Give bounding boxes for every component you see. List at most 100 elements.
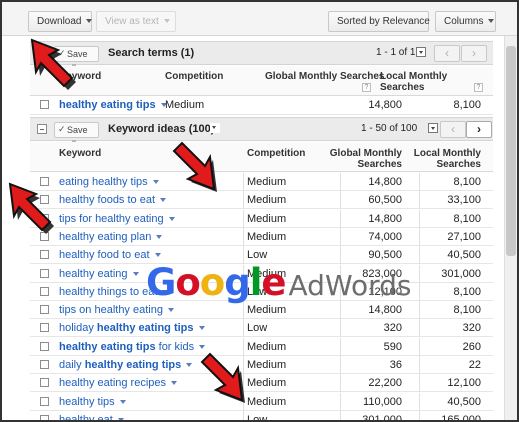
columns-label: Columns	[444, 16, 484, 27]
keyword-link[interactable]: healthy eating tips	[59, 99, 167, 111]
competition-column-header[interactable]: Competition	[165, 71, 223, 82]
next-page-button[interactable]: ›	[461, 45, 487, 62]
global-searches-value: 110,000	[363, 395, 402, 408]
competition-value: Medium	[247, 359, 287, 371]
column-divider	[243, 374, 244, 393]
keyword-text: healthy tips	[59, 395, 115, 408]
row-checkbox[interactable]	[40, 286, 49, 296]
keyword-column-header[interactable]: Keyword	[59, 148, 101, 159]
chevron-down-icon	[488, 19, 495, 24]
column-divider	[419, 337, 420, 356]
chevron-down-icon[interactable]	[210, 123, 220, 133]
local-searches-column-header[interactable]: Local Monthly Searches	[414, 148, 481, 170]
local-searches-value: 260	[462, 340, 481, 353]
keyword-link[interactable]: healthy eating tips for kids	[59, 341, 206, 353]
pager-text: 1 - 50 of 100	[361, 123, 418, 134]
chevron-down-icon[interactable]	[117, 417, 124, 420]
local-searches-value: 165,000	[441, 413, 481, 422]
sort-dropdown[interactable]: Sorted by Relevance	[328, 11, 441, 32]
competition-column-header[interactable]: Competition	[247, 148, 305, 159]
pager-dropdown[interactable]	[428, 123, 438, 133]
keyword-link[interactable]: tips for healthy eating	[59, 213, 175, 225]
chevron-down-icon[interactable]	[160, 198, 167, 203]
competition-value: Low	[247, 249, 268, 262]
column-divider	[243, 319, 244, 338]
keyword-link[interactable]: tips on healthy eating	[59, 304, 174, 316]
row-checkbox[interactable]	[40, 100, 49, 109]
keyword-link[interactable]: holiday healthy eating tips	[59, 322, 205, 334]
chevron-down-icon[interactable]	[198, 326, 205, 331]
row-checkbox[interactable]	[40, 360, 49, 369]
row-checkbox[interactable]	[40, 268, 49, 278]
row-checkbox[interactable]	[40, 396, 49, 406]
save-all-button[interactable]: ✓Save all	[54, 122, 99, 149]
column-divider	[340, 392, 341, 411]
keyword-link[interactable]: healthy eating recipes	[59, 377, 178, 389]
competition-value: Medium	[247, 212, 287, 225]
view-as-text-button[interactable]: View as text	[96, 11, 176, 32]
keyword-text: healthy eating tips	[96, 322, 194, 335]
competition-value: Medium	[247, 377, 287, 390]
collapse-toggle[interactable]	[37, 48, 47, 58]
keyword-link[interactable]: healthy eat	[59, 414, 124, 420]
row-checkbox[interactable]	[40, 341, 49, 351]
row-checkbox[interactable]	[40, 378, 49, 388]
keyword-link[interactable]: daily healthy eating tips	[59, 359, 193, 371]
row-checkbox[interactable]	[40, 250, 49, 260]
keyword-text: healthy eating tips	[84, 359, 182, 371]
keyword-link[interactable]: healthy tips	[59, 396, 126, 408]
chevron-down-icon[interactable]	[199, 344, 206, 349]
chevron-down-icon[interactable]	[119, 399, 126, 404]
keyword-link[interactable]: healthy eating plan	[59, 231, 163, 243]
row-checkbox[interactable]	[40, 177, 49, 186]
column-divider	[243, 173, 244, 191]
row-checkbox[interactable]	[40, 305, 49, 315]
next-page-button[interactable]: ›	[466, 121, 492, 138]
global-searches-column-header[interactable]: Global Monthly Searches	[330, 148, 402, 170]
global-searches-value: 22,200	[368, 377, 402, 390]
chevron-down-icon[interactable]	[167, 308, 174, 313]
row-checkbox[interactable]	[40, 213, 49, 223]
chevron-down-icon[interactable]	[154, 253, 161, 258]
toolbar: Download View as text Sorted by Relevanc…	[2, 2, 517, 36]
save-all-button[interactable]: ✓Save all	[54, 46, 99, 73]
column-divider	[243, 356, 244, 374]
column-divider	[419, 246, 420, 265]
logo-letter: G	[146, 261, 176, 304]
chevron-down-icon[interactable]	[132, 271, 139, 276]
collapse-toggle[interactable]	[37, 124, 47, 134]
chevron-down-icon[interactable]	[186, 363, 193, 368]
chevron-down-icon[interactable]	[171, 381, 178, 386]
chevron-down-icon[interactable]	[156, 234, 163, 239]
keyword-column-header[interactable]: Keyword	[59, 71, 101, 82]
local-searches-value: 8,100	[453, 176, 481, 188]
chevron-down-icon[interactable]	[152, 180, 159, 185]
header-line: Searches	[357, 159, 402, 170]
column-divider	[340, 319, 341, 338]
chevron-down-icon	[163, 19, 170, 24]
download-button[interactable]: Download	[28, 11, 93, 32]
keyword-link[interactable]: eating healthy tips	[59, 176, 159, 188]
row-checkbox[interactable]	[40, 231, 49, 241]
keyword-link[interactable]: healthy food to eat	[59, 249, 161, 261]
keyword-link[interactable]: healthy eating	[59, 268, 139, 280]
google-wordmark: Google	[146, 261, 287, 304]
view-as-text-label: View as text	[105, 16, 159, 27]
checkmark-icon: ✓	[58, 124, 66, 134]
row-checkbox[interactable]	[40, 195, 49, 205]
help-icon[interactable]: ?	[362, 83, 371, 92]
chevron-down-icon[interactable]	[168, 216, 175, 221]
pager-dropdown[interactable]	[416, 47, 426, 57]
help-icon[interactable]: ?	[474, 83, 483, 92]
global-searches-column-header[interactable]: Global Monthly Searches	[265, 71, 384, 82]
row-checkbox[interactable]	[40, 414, 49, 420]
logo-letter: o	[199, 261, 225, 304]
section-title: Keyword ideas (100)	[108, 123, 215, 135]
prev-page-button[interactable]: ‹	[434, 45, 460, 62]
prev-page-button[interactable]: ‹	[440, 121, 466, 138]
row-checkbox[interactable]	[40, 323, 49, 333]
scrollbar-thumb[interactable]	[506, 46, 516, 256]
keyword-link[interactable]: healthy foods to eat	[59, 194, 167, 206]
columns-button[interactable]: Columns	[435, 11, 496, 32]
logo-letter: o	[175, 261, 200, 304]
